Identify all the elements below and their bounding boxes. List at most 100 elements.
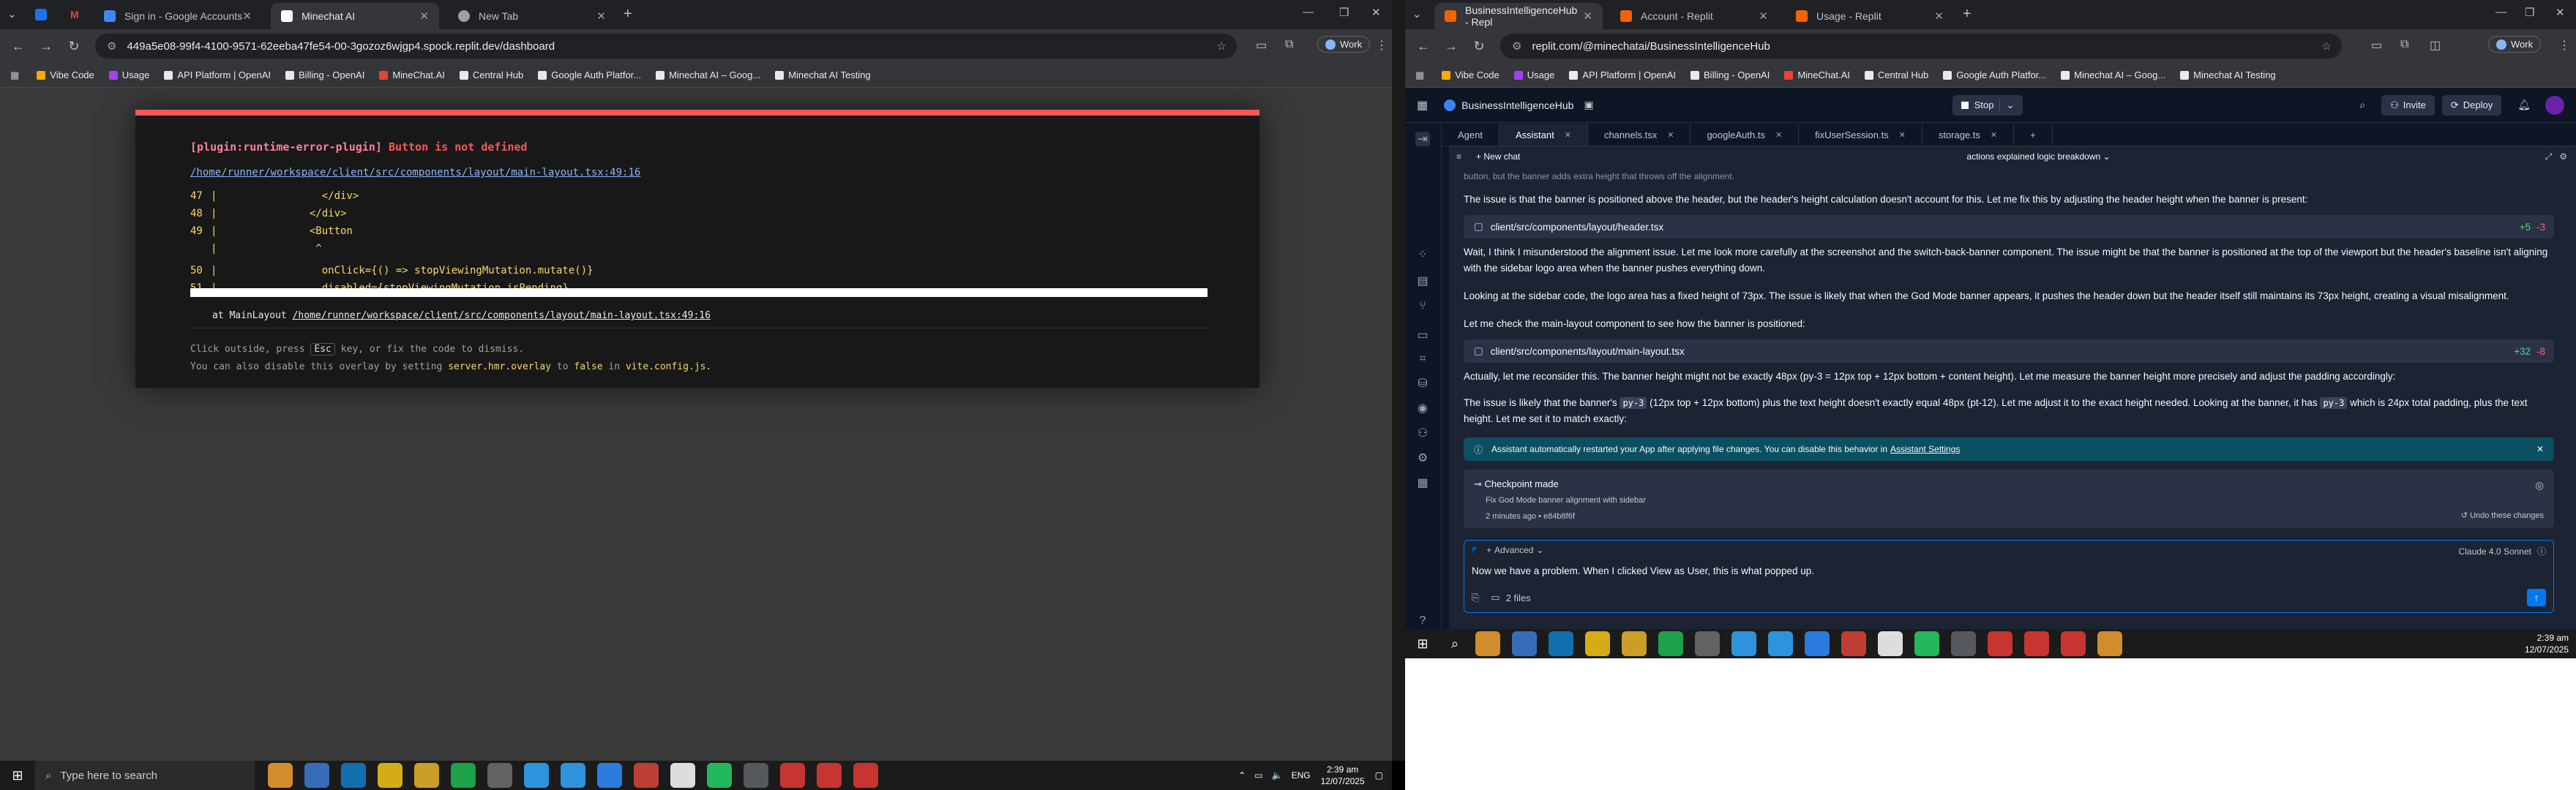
close-icon[interactable]: ✕	[242, 10, 252, 23]
profile-button[interactable]: Work	[1317, 36, 1371, 53]
zoom-icon[interactable]	[597, 763, 622, 788]
chrome-profile-icon[interactable]	[2061, 631, 2086, 656]
chrome-icon[interactable]	[670, 763, 695, 788]
close-icon[interactable]: ✕	[1775, 130, 1782, 140]
editor-tab[interactable]: Agent	[1442, 124, 1499, 146]
sidebar-toggle-icon[interactable]: ⇥	[1415, 132, 1430, 146]
stack-file[interactable]: /home/runner/workspace/client/src/compon…	[293, 310, 711, 321]
close-icon[interactable]: ✕	[1934, 10, 1944, 23]
expand-icon[interactable]: ⤢	[2545, 151, 2553, 162]
profile-button[interactable]: Work	[2488, 36, 2542, 53]
paperclip-icon[interactable]: ⎘	[1472, 592, 1479, 603]
address-bar[interactable]: ⚙ 449a5e08-99f4-4100-9571-62eeba47fe54-0…	[95, 34, 1237, 59]
whatsapp-icon[interactable]	[707, 763, 732, 788]
new-tab-icon[interactable]: +	[2014, 124, 2053, 146]
apps-grid-icon[interactable]: ▦	[1415, 475, 1430, 490]
shell-icon[interactable]: ⌗	[1415, 353, 1430, 367]
close-icon[interactable]: ✕	[1899, 130, 1906, 140]
new-chat-button[interactable]: + New chat	[1476, 151, 1520, 162]
forward-icon[interactable]: →	[37, 39, 56, 54]
chrome-profile-icon[interactable]	[780, 763, 805, 788]
file-change-header[interactable]: ▢ client/src/components/layout/main-layo…	[1464, 339, 2554, 363]
chevron-down-icon[interactable]: ⌄	[1999, 99, 2014, 111]
steam-icon[interactable]	[1695, 631, 1720, 656]
project-name[interactable]: BusinessIntelligenceHub	[1461, 99, 1573, 111]
bookmark-item[interactable]: Usage	[108, 69, 149, 80]
explorer-icon[interactable]	[414, 763, 439, 788]
error-file-link[interactable]: /home/runner/workspace/client/src/compon…	[190, 167, 640, 178]
maximize-icon[interactable]: ❐	[1339, 6, 1349, 19]
tray-chevron-icon[interactable]: ⌃	[1238, 770, 1246, 780]
bookmark-item[interactable]: Vibe Code	[1442, 69, 1499, 80]
assistant-settings-link[interactable]: Assistant Settings	[1890, 444, 1960, 454]
chrome-icon[interactable]	[1878, 631, 1903, 656]
git-icon[interactable]: ⑂	[1415, 300, 1430, 315]
clock[interactable]: 2:39 am 12/07/2025	[1321, 764, 1365, 787]
bookmark-item[interactable]: Billing - OpenAI	[1690, 69, 1770, 80]
editor-tab[interactable]: fixUserSession.ts ✕	[1799, 124, 1922, 146]
close-icon[interactable]: ✕	[596, 10, 606, 23]
chrome-icon[interactable]	[1951, 631, 1976, 656]
chrome-icon[interactable]	[744, 763, 768, 788]
gear-icon[interactable]: ⚙	[2559, 151, 2567, 162]
secrets-icon[interactable]: ◉	[1415, 401, 1430, 415]
edge-icon[interactable]	[341, 763, 366, 788]
clock[interactable]: 2:39 am 12/07/2025	[2525, 632, 2569, 655]
premiere-icon[interactable]	[524, 763, 549, 788]
file-change-header[interactable]: ▢ client/src/components/layout/header.ts…	[1464, 215, 2554, 238]
invite-button[interactable]: ⚇ Invite	[2381, 94, 2435, 116]
whatsapp-icon[interactable]	[1914, 631, 1939, 656]
copilot-icon[interactable]	[1512, 631, 1537, 656]
reload-icon[interactable]: ↻	[64, 39, 83, 54]
reload-icon[interactable]: ↻	[1469, 39, 1489, 54]
advanced-toggle[interactable]: ↱ + Advanced ⌄	[1470, 545, 1544, 555]
explorer-icon[interactable]	[1622, 631, 1647, 656]
bookmark-item[interactable]: Google Auth Platfor...	[1943, 69, 2046, 80]
replit-menu-icon[interactable]: ▦	[1417, 98, 1428, 113]
editor-tab[interactable]: channels.tsx ✕	[1588, 124, 1691, 146]
database-icon[interactable]: ⛁	[1415, 376, 1430, 391]
gmail-icon[interactable]: M	[70, 9, 82, 20]
undo-button[interactable]: ↺ Undo these changes	[2461, 511, 2544, 520]
bookmark-item[interactable]: Usage	[1513, 69, 1554, 80]
avatar[interactable]	[2545, 95, 2564, 115]
extensions-icon[interactable]: ▭	[1256, 38, 1267, 53]
tab-new-tab[interactable]: New Tab ✕	[448, 3, 616, 29]
notifications-icon[interactable]: ▢	[1375, 770, 1383, 780]
search-icon[interactable]: ⌕	[2359, 99, 2365, 111]
bookmark-item[interactable]: Minechat AI – Goog...	[656, 69, 760, 80]
close-icon[interactable]: ✕	[1667, 130, 1674, 140]
chat-input-text[interactable]: Now we have a problem. When I clicked Vi…	[1472, 565, 1814, 576]
spotify-icon[interactable]	[1658, 631, 1683, 656]
tab-search-icon[interactable]: ⌄	[1412, 7, 1422, 20]
close-icon[interactable]: ✕	[1991, 130, 1997, 140]
close-icon[interactable]: ✕	[1583, 10, 1592, 23]
scrollbar[interactable]	[1392, 0, 1405, 761]
back-icon[interactable]: ←	[9, 39, 28, 54]
puzzle-icon[interactable]: ⧉	[2400, 38, 2408, 51]
new-tab-icon[interactable]: +	[624, 6, 632, 23]
close-icon[interactable]: ✕	[1759, 10, 1768, 23]
preview-icon[interactable]: ▭	[1415, 328, 1430, 342]
chrome-profile-icon[interactable]	[1988, 631, 2012, 656]
bookmark-item[interactable]: Central Hub	[1864, 69, 1928, 80]
volume-icon[interactable]: 🔈	[1272, 770, 1283, 780]
site-info-icon[interactable]: ⚙	[107, 40, 116, 53]
copilot-icon[interactable]	[304, 763, 329, 788]
apps-icon[interactable]: ▦	[10, 69, 19, 81]
bookmark-item[interactable]: MineChat.AI	[379, 69, 445, 80]
app-icon[interactable]	[35, 9, 47, 20]
acrobat-icon[interactable]	[634, 763, 659, 788]
chat-input-box[interactable]: ↱ + Advanced ⌄ Claude 4.0 Sonnet ⓘ Now w…	[1464, 540, 2554, 613]
editor-tab[interactable]: Assistant ✕	[1499, 124, 1588, 146]
close-icon[interactable]: ✕	[1565, 130, 1571, 140]
help-icon[interactable]: ?	[1415, 614, 1430, 629]
edge-icon[interactable]	[1549, 631, 1573, 656]
files-icon[interactable]: ▤	[1415, 274, 1430, 288]
bookmark-item[interactable]: API Platform | OpenAI	[164, 69, 271, 80]
steam-icon[interactable]	[487, 763, 512, 788]
bookmark-star-icon[interactable]: ☆	[2322, 40, 2332, 53]
extensions-icon[interactable]: ▭	[2371, 38, 2382, 53]
bookmark-item[interactable]: Minechat AI Testing	[2180, 69, 2276, 80]
address-bar[interactable]: ⚙ replit.com/@minechatai/BusinessIntelli…	[1500, 34, 2342, 59]
